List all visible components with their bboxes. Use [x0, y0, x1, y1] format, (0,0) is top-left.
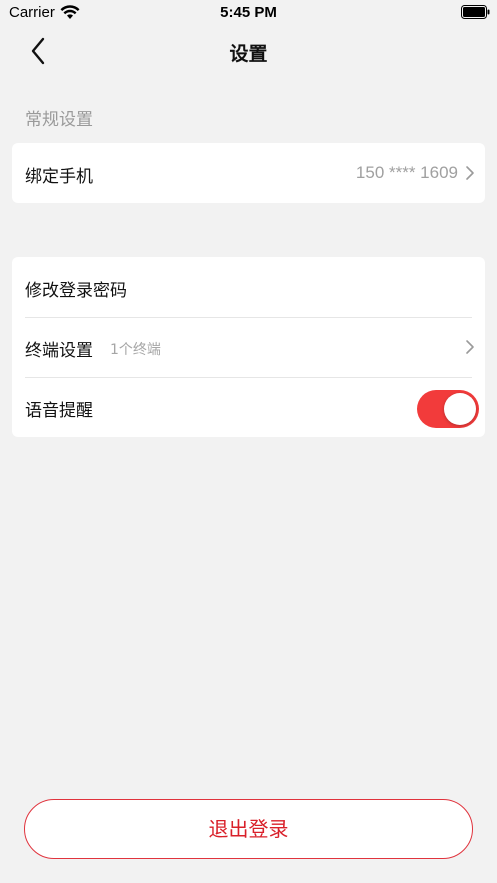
voice-reminder-label: 语音提醒: [25, 401, 93, 421]
change-password-row[interactable]: 修改登录密码: [12, 257, 485, 317]
chevron-right-icon: [466, 340, 474, 354]
terminal-settings-label: 终端设置: [25, 341, 93, 361]
bind-phone-label: 绑定手机: [25, 167, 93, 187]
logout-button[interactable]: 退出登录: [24, 799, 473, 859]
settings-screen: Carrier 5:45 PM 设置 常规设置 绑定手机 150 **** 16…: [0, 0, 497, 883]
nav-bar: 设置: [0, 26, 497, 78]
terminal-settings-row[interactable]: 终端设置 1个终端: [12, 317, 485, 377]
page-title: 设置: [229, 43, 268, 65]
bind-phone-card: 绑定手机 150 **** 1609: [12, 143, 485, 203]
bind-phone-row[interactable]: 绑定手机 150 **** 1609: [12, 143, 485, 203]
voice-reminder-toggle[interactable]: [417, 390, 479, 428]
status-bar: Carrier 5:45 PM: [0, 0, 497, 26]
chevron-right-icon: [466, 166, 474, 180]
settings-card: 修改登录密码 终端设置 1个终端 语音提醒: [12, 257, 485, 437]
battery-icon: [461, 5, 490, 19]
change-password-label: 修改登录密码: [25, 281, 127, 301]
terminal-count: 1个终端: [110, 342, 161, 358]
bind-phone-value: 150 **** 1609: [355, 163, 458, 182]
toggle-knob: [444, 393, 476, 425]
status-time: 5:45 PM: [220, 4, 277, 21]
voice-reminder-row: 语音提醒: [12, 377, 485, 437]
section-label-general: 常规设置: [25, 110, 93, 130]
